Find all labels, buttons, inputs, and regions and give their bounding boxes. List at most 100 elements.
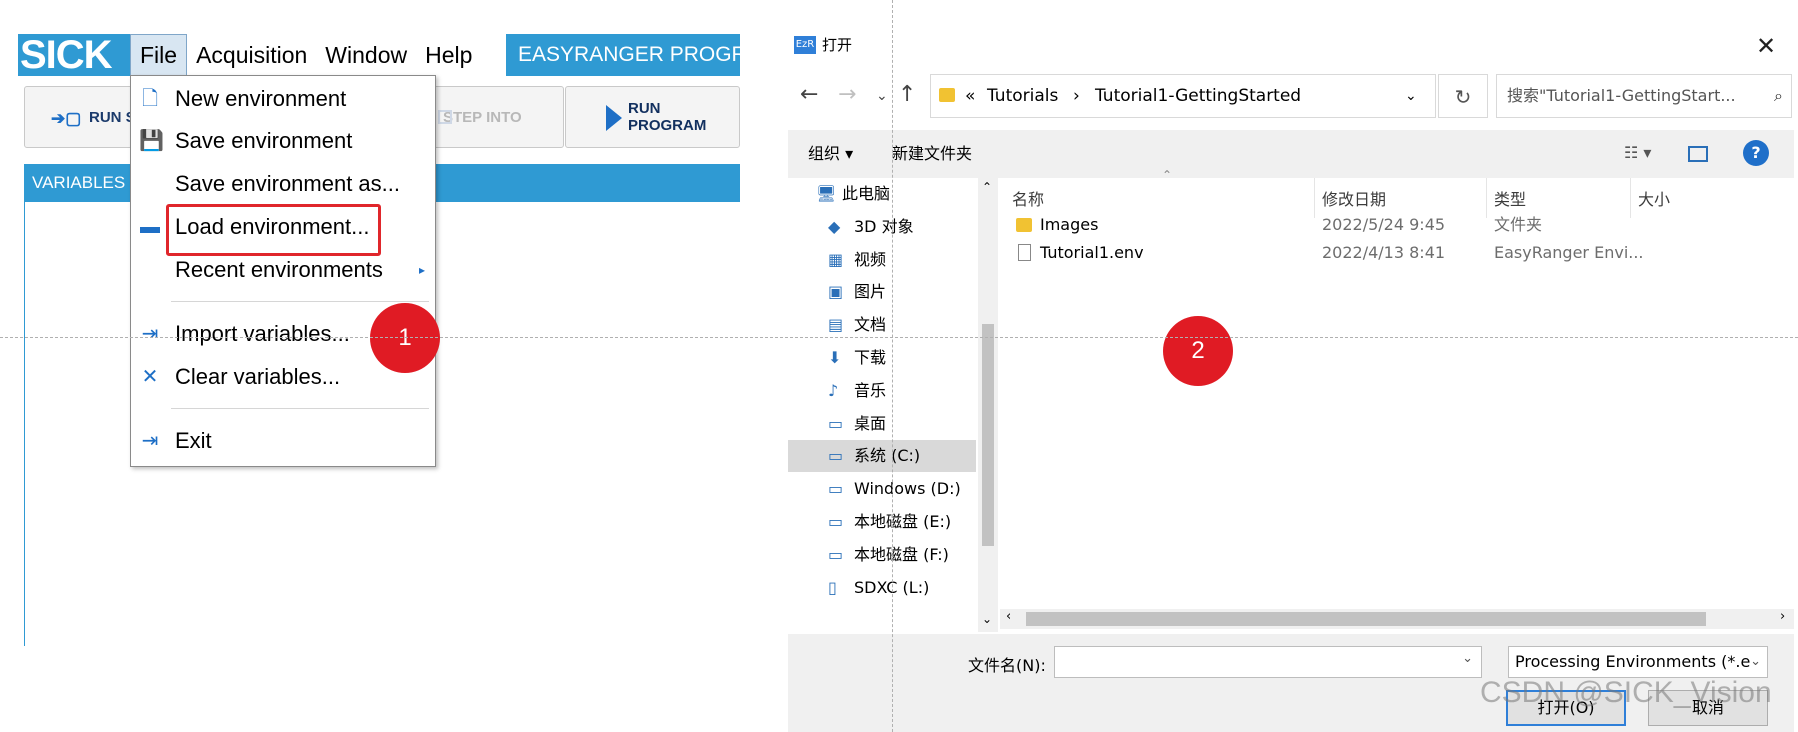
scroll-down-icon[interactable]: ⌄ [982, 612, 992, 626]
app-title: EASYRANGER PROGRAM [518, 43, 740, 66]
guide-line-horizontal [0, 337, 1798, 338]
run-step-icon: ➔▢ [51, 109, 82, 128]
organize-button[interactable]: 组织 ▾ [808, 130, 853, 178]
folder-icon: ▬ [140, 216, 160, 238]
chevron-down-icon[interactable]: ⌄ [1405, 75, 1417, 117]
menu-items: File Acquisition Window Help [130, 34, 506, 76]
nav-item[interactable]: ♪ 音乐 [788, 375, 976, 407]
load-environment-highlight [166, 204, 381, 256]
filetype-select[interactable]: Processing Environments (*.e ⌄ [1508, 646, 1768, 678]
run-step-button[interactable]: ➔▢ RUN S [24, 86, 142, 148]
easyranger-app: SICK File Acquisition Window Help EASYRA… [0, 0, 740, 732]
column-type[interactable]: 类型 [1494, 186, 1526, 210]
close-icon[interactable]: ✕ [1756, 32, 1776, 60]
run-step-label: RUN S [89, 108, 136, 126]
save-environment-label: Save environment [175, 128, 353, 153]
view-options-icon[interactable]: ☷ ▾ [1624, 143, 1651, 162]
nav-item[interactable]: ◆ 3D 对象 [788, 211, 976, 243]
column-size[interactable]: 大小 [1638, 186, 1670, 210]
nav-scrollbar[interactable]: ⌃ ⌄ [978, 178, 998, 632]
step-badge-1: 1 [370, 303, 440, 373]
scroll-right-icon[interactable]: › [1780, 609, 1785, 624]
menu-separator [171, 301, 429, 302]
chevron-down-icon[interactable]: ⌄ [1462, 651, 1473, 666]
recent-environments-item[interactable]: Recent environments ▸ [131, 251, 435, 289]
nav-item[interactable]: ▭ 系统 (C:) [788, 440, 976, 473]
run-program-button[interactable]: RUN PROGRAM [565, 86, 740, 148]
new-environment-label: New environment [175, 86, 347, 111]
video-icon: ▦ [828, 249, 844, 269]
run-program-label: RUN PROGRAM [628, 100, 707, 134]
nav-item-label: 图片 [854, 282, 887, 302]
desktop-icon: ▭ [828, 413, 844, 433]
menu-acquisition[interactable]: Acquisition [187, 34, 316, 76]
file-menu-dropdown: 🗋 New environment 💾 Save environment Sav… [130, 75, 436, 467]
menu-help[interactable]: Help [416, 34, 481, 76]
filetype-value: Processing Environments (*.e [1515, 652, 1751, 671]
nav-item-label: 音乐 [854, 380, 887, 400]
save-environment-as-label: Save environment as... [175, 171, 401, 196]
computer-icon: 🖥 [816, 184, 837, 203]
forward-arrow-icon[interactable]: → [838, 82, 856, 107]
column-date[interactable]: 修改日期 [1322, 186, 1386, 210]
watermark: CSDN @SICK_Vision [1480, 676, 1772, 709]
nav-item[interactable]: ▯ SDXC (L:) [788, 572, 976, 604]
clear-variables-label: Clear variables... [175, 364, 341, 389]
new-folder-button[interactable]: 新建文件夹 [892, 130, 972, 178]
preview-pane-icon[interactable] [1688, 146, 1708, 162]
play-icon [606, 105, 622, 131]
nav-item[interactable]: ▭ Windows (D:) [788, 473, 976, 505]
sick-logo: SICK [18, 34, 130, 76]
save-environment-as-item[interactable]: Save environment as... [131, 165, 435, 203]
save-icon: 💾 [139, 130, 164, 152]
file-row[interactable]: Tutorial1.env 2022/4/13 8:41 EasyRanger … [1000, 238, 1794, 268]
file-type: EasyRanger Envi... [1494, 243, 1644, 262]
nav-item[interactable]: ▦ 视频 [788, 244, 976, 276]
help-icon[interactable]: ? [1743, 140, 1769, 166]
nav-item[interactable]: ▣ 图片 [788, 276, 976, 308]
navigation-pane: 🖥 此电脑 ◆ 3D 对象 ▦ 视频 ▣ 图片 ▤ 文档 ⬇ 下载 ♪ 音乐 ▭ 桌面 ▭ 系统 (C:) ▭ Win… [788, 178, 976, 632]
nav-item[interactable]: ⬇ 下载 [788, 342, 976, 374]
menu-file[interactable]: File [130, 34, 188, 76]
nav-item[interactable]: ▭ 本地磁盘 (E:) [788, 506, 976, 538]
nav-item-label: 本地磁盘 (F:) [854, 544, 949, 564]
new-environment-item[interactable]: 🗋 New environment [131, 80, 435, 118]
file-row[interactable]: Images 2022/5/24 9:45 文件夹 [1000, 210, 1794, 240]
history-dropdown-icon[interactable]: ⌄ [876, 88, 888, 104]
back-arrow-icon[interactable]: ← [800, 82, 818, 107]
breadcrumb-tutorials[interactable]: Tutorials [987, 75, 1058, 117]
exit-label: Exit [175, 428, 212, 453]
address-bar[interactable]: « Tutorials › Tutorial1-GettingStarted ⌄ [930, 74, 1436, 118]
nav-item[interactable]: ▭ 桌面 [788, 408, 976, 440]
scroll-up-icon[interactable]: ⌃ [982, 180, 992, 194]
save-environment-item[interactable]: 💾 Save environment [131, 122, 435, 160]
file-icon [1018, 244, 1031, 261]
breadcrumb-current[interactable]: Tutorial1-GettingStarted [1095, 75, 1301, 117]
nav-item[interactable]: ▭ 本地磁盘 (F:) [788, 539, 976, 571]
import-variables-label: Import variables... [175, 321, 350, 346]
horizontal-scrollbar[interactable]: ‹ › [1000, 609, 1794, 629]
folder-icon [1016, 218, 1032, 232]
pictures-icon: ▣ [828, 282, 844, 302]
file-list: 名称 ⌃ 修改日期 类型 大小 Images 2022/5/24 9:45 文件… [1000, 168, 1794, 618]
menu-bar: SICK File Acquisition Window Help EASYRA… [18, 34, 740, 76]
new-file-icon: 🗋 [141, 88, 159, 110]
search-input[interactable]: 搜索"Tutorial1-GettingStart... ⌕ [1496, 74, 1792, 118]
file-date: 2022/5/24 9:45 [1322, 215, 1446, 234]
nav-scroll-thumb[interactable] [982, 324, 994, 546]
nav-item-label: Windows (D:) [854, 479, 961, 499]
nav-item[interactable]: 🖥 此电脑 [788, 178, 976, 210]
breadcrumb-overflow[interactable]: « [965, 75, 975, 117]
exit-item[interactable]: ⇥ Exit [131, 422, 435, 460]
scroll-left-icon[interactable]: ‹ [1006, 609, 1011, 624]
recent-environments-label: Recent environments [175, 257, 383, 282]
column-name[interactable]: 名称 [1012, 186, 1044, 210]
horizontal-scroll-thumb[interactable] [1026, 612, 1706, 626]
chevron-right-icon: › [1073, 86, 1080, 106]
filename-input[interactable]: ⌄ [1054, 646, 1482, 678]
menu-window[interactable]: Window [316, 34, 416, 76]
file-name: Tutorial1.env [1040, 243, 1144, 262]
refresh-icon[interactable]: ↻ [1438, 74, 1488, 118]
up-arrow-icon[interactable]: ↑ [898, 82, 916, 107]
sort-ascending-icon: ⌃ [1162, 168, 1173, 182]
